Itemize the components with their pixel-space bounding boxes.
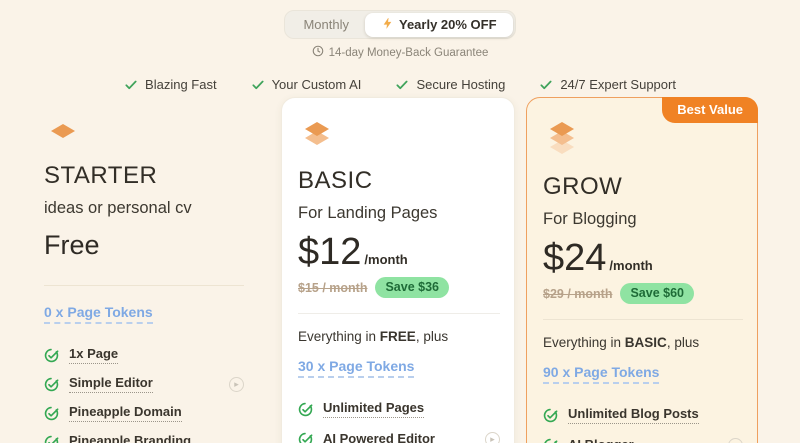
- check-circle-icon: [44, 405, 59, 421]
- old-price: $29 / month: [543, 286, 613, 301]
- check-circle-icon: [298, 401, 313, 417]
- includes-line: Everything in FREE, plus: [298, 329, 449, 344]
- plan-price: $24: [543, 237, 607, 279]
- divider: [44, 285, 244, 286]
- feature-label[interactable]: Pineapple Domain: [69, 404, 182, 422]
- highlight-label: 24/7 Expert Support: [560, 77, 676, 92]
- layers-icon-two: [298, 120, 500, 157]
- feature-label[interactable]: AI Blogger: [568, 437, 634, 443]
- toggle-monthly[interactable]: Monthly: [287, 13, 365, 36]
- highlight-item: 24/7 Expert Support: [539, 77, 676, 92]
- plan-price: $12: [298, 231, 362, 273]
- spark-icon: [381, 17, 394, 33]
- save-badge: Save $36: [375, 277, 449, 298]
- feature-item: Pineapple Domain: [44, 404, 244, 422]
- highlight-item: Secure Hosting: [395, 77, 505, 92]
- check-circle-icon: [543, 407, 558, 423]
- old-price: $15 / month: [298, 280, 368, 295]
- feature-label[interactable]: AI Powered Editor: [323, 431, 435, 443]
- check-icon: [540, 80, 552, 89]
- feature-label[interactable]: Unlimited Blog Posts: [568, 406, 699, 424]
- highlight-item: Blazing Fast: [124, 77, 217, 92]
- check-circle-icon: [44, 434, 59, 443]
- check-circle-icon: [44, 376, 59, 392]
- plan-price: Free: [44, 230, 100, 260]
- plan-price-period: /month: [609, 258, 653, 273]
- clock-icon: [312, 45, 324, 60]
- feature-item: 1x Page: [44, 346, 244, 364]
- best-value-badge: Best Value: [662, 97, 758, 123]
- plan-card-starter: STARTER ideas or personal cv Free 0 x Pa…: [20, 97, 270, 443]
- feature-label[interactable]: 1x Page: [69, 346, 119, 364]
- layers-icon-three: [543, 120, 743, 163]
- feature-item: Simple Editor ▸: [44, 375, 244, 393]
- plan-card-grow: Best Value GROW For Blogging $24 /month …: [526, 97, 758, 443]
- save-badge: Save $60: [620, 283, 694, 304]
- tokens-link[interactable]: 0 x Page Tokens: [44, 304, 153, 324]
- feature-label[interactable]: Simple Editor: [69, 375, 153, 393]
- highlights-row: Blazing Fast Your Custom AI Secure Hosti…: [0, 77, 800, 92]
- billing-period-toggle[interactable]: Monthly Yearly 20% OFF: [284, 10, 516, 39]
- guarantee-text: 14-day Money-Back Guarantee: [328, 46, 489, 59]
- includes-line: Everything in BASIC, plus: [543, 335, 700, 350]
- feature-item: AI Powered Editor ▸: [298, 431, 500, 443]
- divider: [298, 313, 500, 314]
- plan-title: BASIC: [298, 167, 373, 194]
- plan-title: STARTER: [44, 162, 158, 189]
- feature-label[interactable]: Pineapple Branding: [69, 433, 191, 443]
- plan-tagline: ideas or personal cv: [44, 199, 192, 217]
- plan-title: GROW: [543, 173, 623, 200]
- highlight-item: Your Custom AI: [251, 77, 362, 92]
- plan-tagline: For Landing Pages: [298, 204, 438, 222]
- divider: [543, 319, 743, 320]
- toggle-yearly-label: Yearly 20% OFF: [398, 17, 497, 32]
- feature-item: Pineapple Branding: [44, 433, 244, 443]
- feature-item: AI Blogger ▸: [543, 437, 743, 443]
- layers-icon-one: [44, 121, 244, 152]
- feature-item: Unlimited Pages: [298, 400, 500, 418]
- plan-card-basic: BASIC For Landing Pages $12 /month $15 /…: [281, 97, 515, 443]
- plan-price-period: /month: [364, 252, 408, 267]
- check-circle-icon: [298, 432, 313, 443]
- highlight-label: Secure Hosting: [416, 77, 506, 92]
- check-icon: [125, 80, 137, 89]
- check-icon: [396, 80, 408, 89]
- check-circle-icon: [44, 347, 59, 363]
- tokens-link[interactable]: 90 x Page Tokens: [543, 364, 660, 384]
- plan-tagline: For Blogging: [543, 210, 637, 228]
- expand-chevron-icon[interactable]: ▸: [229, 376, 244, 392]
- toggle-monthly-label: Monthly: [303, 17, 349, 32]
- check-circle-icon: [543, 438, 558, 443]
- tokens-link[interactable]: 30 x Page Tokens: [298, 358, 415, 378]
- feature-item: Unlimited Blog Posts: [543, 406, 743, 424]
- check-icon: [252, 80, 264, 89]
- expand-chevron-icon[interactable]: ▸: [485, 432, 500, 443]
- toggle-yearly[interactable]: Yearly 20% OFF: [364, 12, 513, 37]
- feature-label[interactable]: Unlimited Pages: [323, 400, 425, 418]
- highlight-label: Blazing Fast: [145, 77, 217, 92]
- highlight-label: Your Custom AI: [271, 77, 362, 92]
- expand-chevron-icon[interactable]: ▸: [728, 438, 743, 443]
